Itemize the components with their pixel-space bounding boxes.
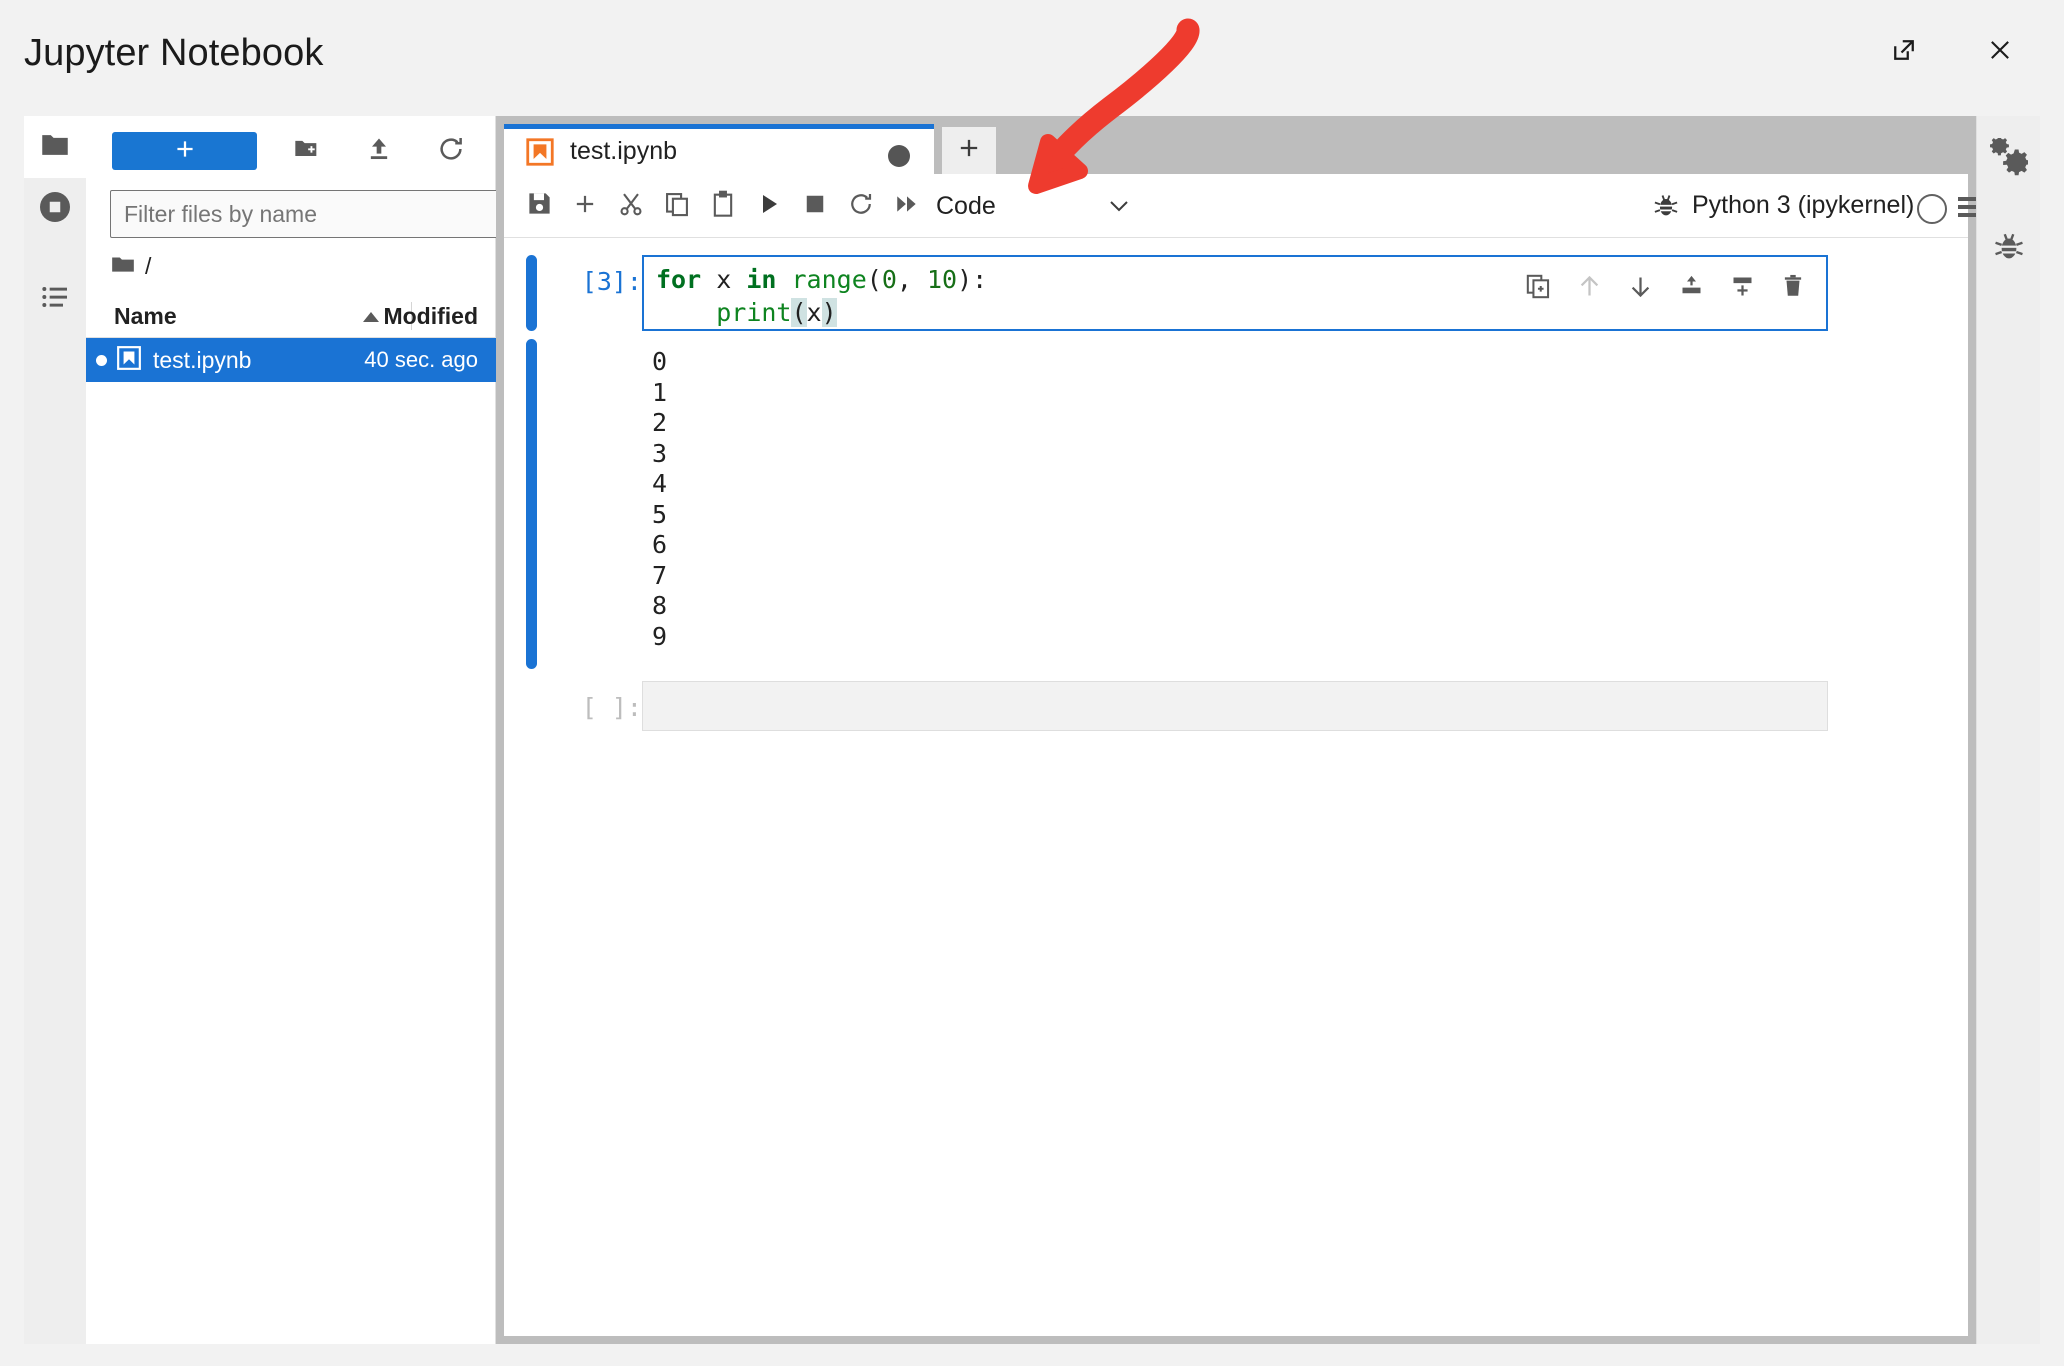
cell-action-toolbar (1521, 269, 1810, 303)
running-indicator-dot (96, 354, 107, 366)
list-icon (39, 281, 71, 318)
chevron-down-icon[interactable] (1105, 196, 1133, 221)
column-header-name[interactable]: Name (114, 294, 177, 338)
cell-prompt: [ ]: (581, 693, 642, 722)
file-list-header: Name Modified (86, 294, 496, 338)
page-title: Jupyter Notebook (24, 32, 324, 74)
save-button[interactable] (516, 183, 562, 229)
window-header: Jupyter Notebook (0, 0, 2064, 116)
insert-cell-button[interactable] (562, 183, 608, 229)
plus-icon (955, 134, 983, 167)
upload-icon (365, 135, 393, 168)
filter-files-input[interactable] (111, 191, 496, 237)
tab-label: test.ipynb (570, 137, 678, 165)
add-tab-button[interactable] (942, 127, 996, 174)
cell-selection-bar-output (526, 339, 537, 669)
notebook-cell-0[interactable]: [3]: for x in range(0, 10): print(x) 0 1… (504, 239, 1968, 679)
tab-dirty-indicator[interactable] (888, 145, 910, 167)
cell-output: 0 1 2 3 4 5 6 7 8 9 (652, 347, 668, 651)
refresh-icon (436, 134, 466, 169)
sidebar-item-running-sessions[interactable] (24, 178, 86, 240)
code-editor[interactable] (642, 681, 1828, 731)
sidebar-item-file-browser[interactable] (24, 116, 86, 178)
kernel-status-indicator[interactable] (1917, 194, 1947, 224)
save-icon (526, 190, 553, 222)
file-browser-panel: / Name Modified (86, 116, 572, 1344)
restart-icon (847, 190, 875, 223)
notebook-body: [3]: for x in range(0, 10): print(x) 0 1… (504, 239, 1968, 1336)
bug-icon[interactable] (1652, 192, 1680, 225)
stop-circle-icon (37, 189, 73, 230)
breadcrumb-path: / (145, 252, 152, 279)
cell-prompt: [3]: (581, 267, 642, 296)
notebook-cell-1[interactable]: [ ]: (504, 681, 1968, 741)
file-list: test.ipynb 40 sec. ago (86, 338, 496, 382)
breadcrumb[interactable]: / (110, 249, 151, 283)
insert-cell-below-button[interactable] (1725, 269, 1759, 303)
interrupt-kernel-button[interactable] (792, 183, 838, 229)
upload-button[interactable] (358, 130, 400, 172)
plus-icon (571, 190, 599, 223)
column-header-modified[interactable]: Modified (383, 294, 478, 338)
cell-type-value: Code (936, 191, 996, 220)
folder-icon (110, 251, 136, 282)
file-modified: 40 sec. ago (364, 347, 478, 372)
close-icon[interactable] (1978, 28, 2022, 72)
gears-icon (1989, 135, 2030, 181)
folder-icon (38, 128, 72, 167)
plus-icon (172, 136, 198, 167)
code-source: for x in range(0, 10): print(x) (656, 265, 988, 327)
notebook-icon (116, 345, 142, 376)
new-folder-button[interactable] (286, 130, 328, 172)
copy-icon (663, 190, 691, 223)
file-browser-toolbar (86, 116, 496, 180)
paste-button[interactable] (700, 183, 746, 229)
move-cell-up-button[interactable] (1572, 269, 1606, 303)
column-header-name-label: Name (114, 302, 177, 329)
refresh-button[interactable] (430, 130, 472, 172)
tab-test-ipynb[interactable]: test.ipynb (504, 124, 934, 174)
right-activity-rail (1976, 116, 2040, 1344)
cell-type-select[interactable]: Code (936, 188, 1094, 224)
sort-ascending-icon (360, 310, 382, 329)
sidebar-item-debugger[interactable] (1977, 218, 2040, 280)
duplicate-cell-button[interactable] (1521, 269, 1555, 303)
stop-square-icon (804, 193, 826, 220)
external-link-icon[interactable] (1882, 28, 1926, 72)
list-item[interactable]: test.ipynb 40 sec. ago (86, 338, 496, 382)
play-icon (757, 192, 781, 221)
restart-and-run-all-button[interactable] (884, 183, 930, 229)
sidebar-item-table-of-contents[interactable] (24, 268, 86, 330)
restart-kernel-button[interactable] (838, 183, 884, 229)
dock-panel: test.ipynb Code Python 3 (ipykernel) [3]… (504, 124, 1984, 1336)
move-cell-down-button[interactable] (1623, 269, 1657, 303)
clipboard-icon (709, 190, 737, 223)
column-header-modified-label: Modified (383, 302, 478, 329)
notebook-toolbar: Code Python 3 (ipykernel) (504, 174, 1984, 238)
copy-button[interactable] (654, 183, 700, 229)
cut-button[interactable] (608, 183, 654, 229)
code-editor[interactable]: for x in range(0, 10): print(x) (642, 255, 1828, 331)
fast-forward-icon (894, 191, 920, 222)
sidebar-item-property-inspector[interactable] (1977, 128, 2040, 190)
run-button[interactable] (746, 183, 792, 229)
insert-cell-above-button[interactable] (1674, 269, 1708, 303)
new-folder-icon (293, 135, 321, 168)
dock-area: test.ipynb Code Python 3 (ipykernel) [3]… (496, 116, 1984, 1344)
file-name: test.ipynb (153, 346, 252, 373)
notebook-icon (526, 137, 554, 166)
tab-bar: test.ipynb (504, 124, 1968, 174)
jupyterlab-shell: / Name Modified (24, 116, 2040, 1344)
left-activity-rail (24, 116, 87, 1344)
bug-icon (1992, 230, 2026, 269)
new-launcher-button[interactable] (112, 132, 257, 170)
kernel-name[interactable]: Python 3 (ipykernel) (1692, 191, 1914, 220)
scissors-icon (617, 190, 645, 223)
delete-cell-button[interactable] (1776, 269, 1810, 303)
